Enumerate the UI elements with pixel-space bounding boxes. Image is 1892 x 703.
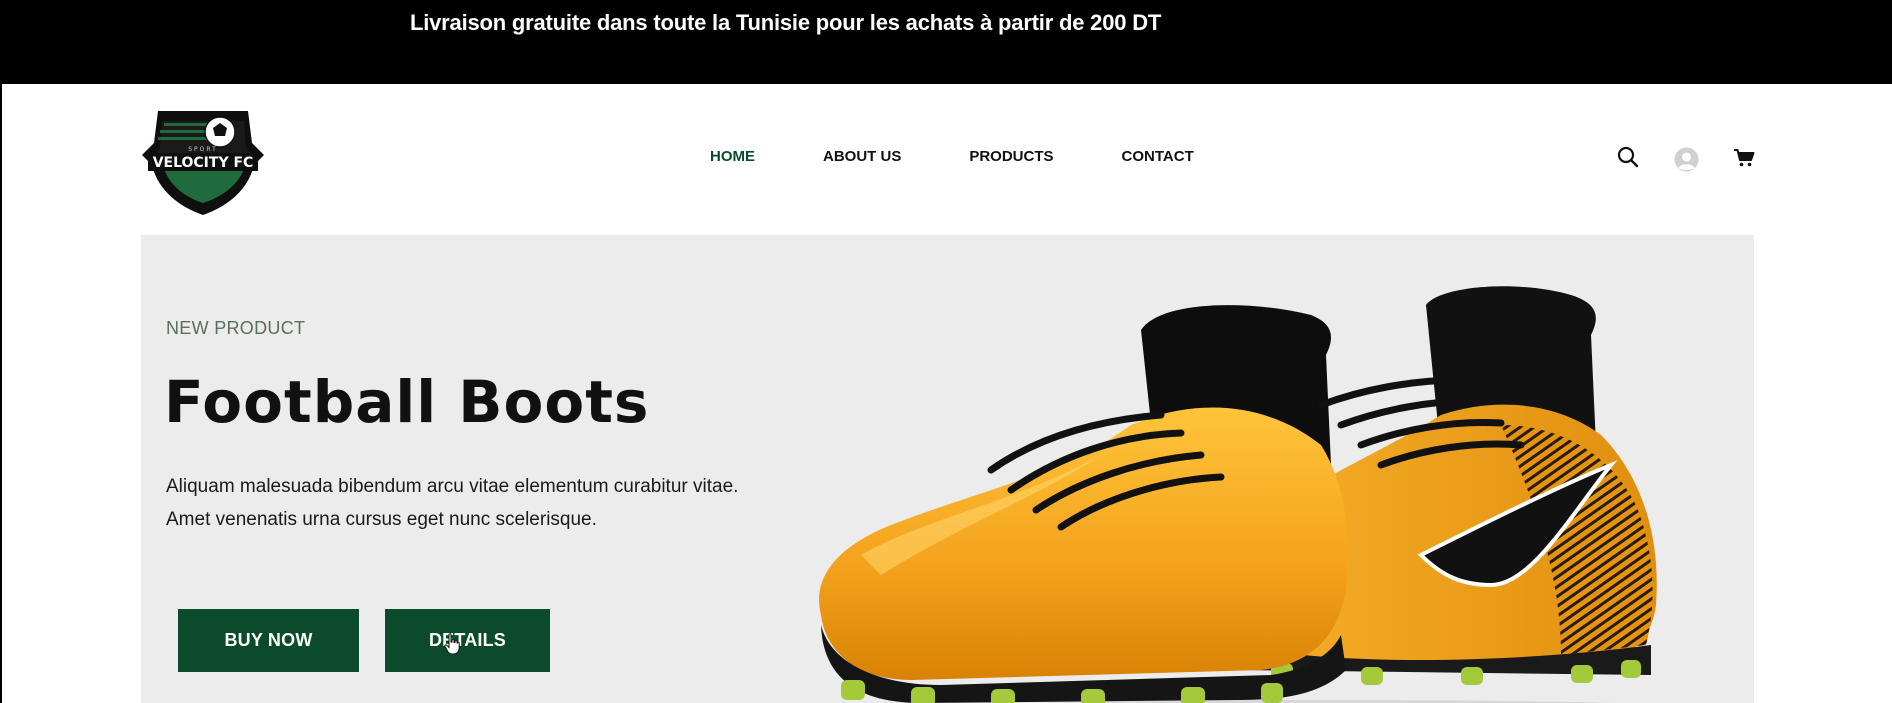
- announcement-text: Livraison gratuite dans toute la Tunisie…: [410, 10, 1162, 35]
- hero-eyebrow: NEW PRODUCT: [166, 318, 306, 338]
- main-nav: HOME ABOUT US PRODUCTS CONTACT: [710, 148, 1262, 165]
- hero-description-line: Amet venenatis urna cursus eget nunc sce…: [166, 509, 597, 530]
- user-icon[interactable]: [1674, 147, 1699, 172]
- nav-products[interactable]: PRODUCTS: [969, 148, 1053, 165]
- page-edge-divider: [0, 84, 2, 703]
- details-button[interactable]: DETAILS: [385, 609, 550, 672]
- nav-about-us[interactable]: ABOUT US: [823, 148, 901, 165]
- football-boots-image: [819, 286, 1657, 703]
- hero-banner: NEW PRODUCT Football Boots Aliquam males…: [141, 235, 1754, 703]
- hero-description-line: Aliquam malesuada bibendum arcu vitae el…: [166, 476, 739, 497]
- search-icon[interactable]: [1617, 146, 1639, 168]
- svg-text:SPORT: SPORT: [188, 146, 218, 153]
- hero-description: Aliquam malesuada bibendum arcu vitae el…: [166, 470, 786, 536]
- cart-icon[interactable]: [1733, 148, 1755, 168]
- buy-now-button[interactable]: BUY NOW: [178, 609, 359, 672]
- logo-text: VELOCITY FC: [153, 155, 254, 171]
- announcement-bar: Livraison gratuite dans toute la Tunisie…: [0, 0, 1892, 84]
- velocity-fc-logo[interactable]: SPORT VELOCITY FC: [140, 103, 266, 215]
- hero-title: Football Boots: [164, 368, 650, 436]
- nav-home[interactable]: HOME: [710, 148, 755, 165]
- nav-contact[interactable]: CONTACT: [1122, 148, 1194, 165]
